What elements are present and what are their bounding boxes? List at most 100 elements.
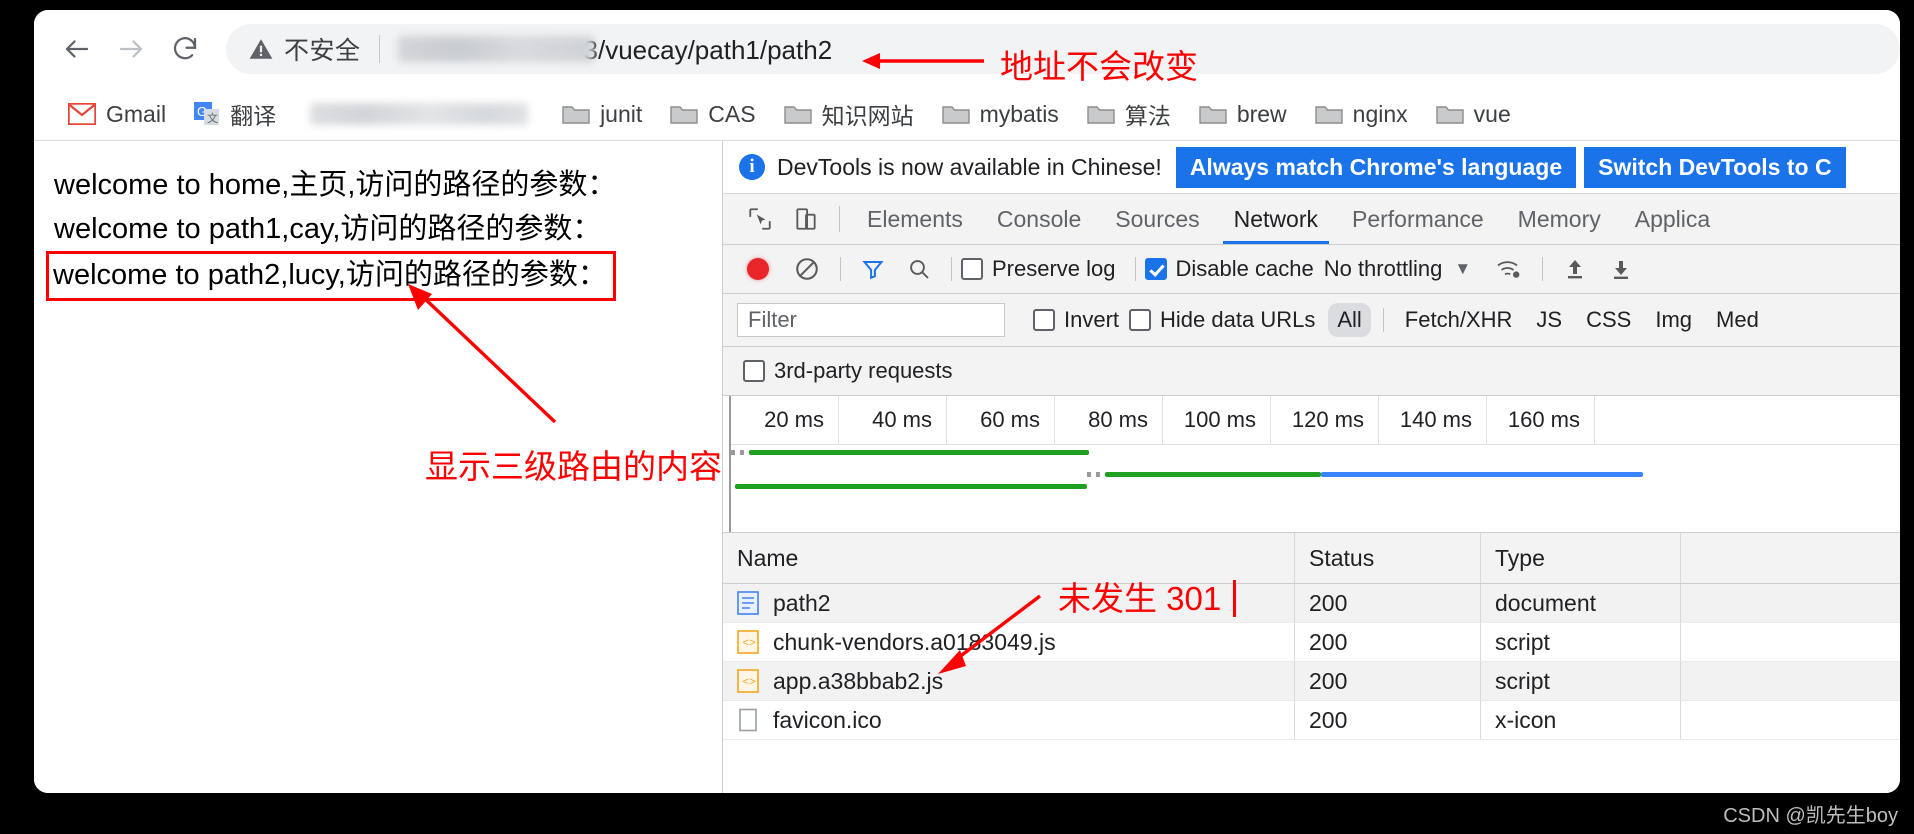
bookmark-redacted[interactable] [290,94,548,134]
tab-elements[interactable]: Elements [850,194,980,244]
back-arrow-icon[interactable] [50,22,104,76]
folder-icon [1199,103,1227,125]
timeline-tick: 20 ms [731,396,839,444]
bookmark-cas[interactable]: CAS [656,94,769,134]
annotation-no-301-note: 未发生 301 [1058,572,1237,620]
switch-devtools-language-button[interactable]: Switch DevTools to C [1584,146,1846,188]
table-row[interactable]: favicon.ico 200 x-icon [723,701,1900,740]
request-start-marker [1087,472,1091,477]
blurred-bookmark-icon [310,103,529,125]
overview-grid: 20 ms 40 ms 60 ms 80 ms 100 ms 120 ms 14… [731,396,1900,532]
bookmark-junit[interactable]: junit [548,94,656,134]
filter-type-css[interactable]: CSS [1577,303,1640,337]
record-button-icon[interactable] [747,258,769,280]
clear-icon[interactable] [794,256,820,282]
folder-icon [562,103,590,125]
bookmark-translate[interactable]: G文 翻译 [180,94,290,134]
invert-checkbox[interactable] [1033,309,1055,331]
request-name-cell[interactable]: favicon.ico [723,701,1295,739]
hide-data-urls-checkbox[interactable] [1129,309,1152,331]
search-icon[interactable] [907,257,931,281]
import-har-icon[interactable] [1563,257,1587,281]
bookmark-gmail[interactable]: Gmail [54,94,180,134]
overview-bar-green [749,450,1089,455]
tab-network[interactable]: Network [1217,194,1335,244]
timeline-tick: 100 ms [1163,396,1271,444]
toolbar-divider [840,257,841,281]
table-row[interactable]: <> app.a38bbab2.js 200 script [723,662,1900,701]
bookmark-label: nginx [1352,100,1408,127]
request-start-marker [740,450,744,455]
table-row[interactable]: <> chunk-vendors.a0183049.js 200 script [723,623,1900,662]
filter-input[interactable]: Filter [737,303,1005,337]
devtools-panel: i DevTools is now available in Chinese! … [722,141,1900,793]
folder-icon [783,103,812,125]
bookmark-vue[interactable]: vue [1422,94,1525,134]
request-type: x-icon [1481,701,1681,739]
content-area: welcome to home,主页,访问的路径的参数： welcome to … [34,141,1900,793]
bookmark-mybatis[interactable]: mybatis [928,94,1073,134]
bookmark-knowledge-sites[interactable]: 知识网站 [770,94,928,134]
device-toolbar-icon[interactable] [783,194,829,244]
svg-text:<>: <> [743,638,756,650]
bookmark-label: junit [600,100,643,127]
tab-application[interactable]: Applica [1618,194,1727,244]
info-icon: i [739,154,765,180]
folder-icon [941,103,970,125]
security-label: 不安全 [284,37,361,65]
preserve-log-label: Preserve log [992,256,1116,281]
filter-placeholder: Filter [748,307,797,332]
throttling-value[interactable]: No throttling [1324,256,1443,282]
inspect-element-icon[interactable] [737,194,783,244]
timeline-tick: 140 ms [1379,396,1487,444]
tab-performance[interactable]: Performance [1335,194,1501,244]
no-301-arrow-icon [938,594,1042,674]
column-header-status[interactable]: Status [1295,533,1481,583]
request-status: 200 [1295,662,1481,700]
tab-memory[interactable]: Memory [1501,194,1618,244]
chevron-down-icon[interactable]: ▼ [1454,259,1471,279]
tab-sources[interactable]: Sources [1098,194,1216,244]
table-row[interactable]: path2 200 document [723,584,1900,623]
filter-type-fetch-xhr[interactable]: Fetch/XHR [1396,303,1522,337]
overview-bar-blue [1321,472,1643,477]
network-toolbar: Preserve log Disable cache No throttling… [723,245,1900,294]
timeline-tick: 40 ms [839,396,947,444]
filter-type-img[interactable]: Img [1646,303,1701,337]
omnibox-divider [378,35,380,63]
network-overview: 20 ms 40 ms 60 ms 80 ms 100 ms 120 ms 14… [723,396,1900,533]
export-har-icon[interactable] [1609,257,1633,281]
annotation-url-note: 地址不会改变 [1000,48,1198,85]
svg-text:<>: <> [743,677,756,689]
always-match-language-button[interactable]: Always match Chrome's language [1175,146,1577,188]
reload-icon[interactable] [158,22,212,76]
forward-arrow-icon[interactable] [104,22,158,76]
preserve-log-checkbox[interactable] [961,258,983,280]
hide-data-urls-label: Hide data URLs [1160,307,1316,332]
bookmark-algorithms[interactable]: 算法 [1073,94,1185,134]
tab-console[interactable]: Console [980,194,1098,244]
filter-type-js[interactable]: JS [1527,303,1571,337]
bookmark-label: Gmail [106,100,167,127]
folder-icon [670,103,698,125]
request-start-marker [1096,472,1100,477]
third-party-requests-checkbox[interactable] [743,360,765,382]
bookmarks-bar: Gmail G文 翻译 junit CAS 知识网站 mybatis 算法 br… [34,88,1900,141]
filter-type-media[interactable]: Med [1707,303,1768,337]
bookmark-brew[interactable]: brew [1185,94,1301,134]
url-redacted-host [397,35,594,62]
column-header-type[interactable]: Type [1481,533,1681,583]
url-display[interactable]: 3/vuecay/path1/path2 [397,33,832,66]
filter-type-all[interactable]: All [1328,303,1371,337]
filter-icon[interactable] [861,257,885,281]
svg-text:文: 文 [207,111,218,125]
timeline-tick: 120 ms [1271,396,1379,444]
script-icon: <> [737,669,759,693]
bookmark-label: CAS [708,100,756,127]
disable-cache-label: Disable cache [1175,256,1314,281]
toolbar-divider [1134,257,1136,281]
bookmark-nginx[interactable]: nginx [1301,94,1422,134]
disable-cache-checkbox[interactable] [1144,258,1167,280]
toolbar-divider [1542,257,1544,281]
network-conditions-icon[interactable] [1496,257,1522,281]
